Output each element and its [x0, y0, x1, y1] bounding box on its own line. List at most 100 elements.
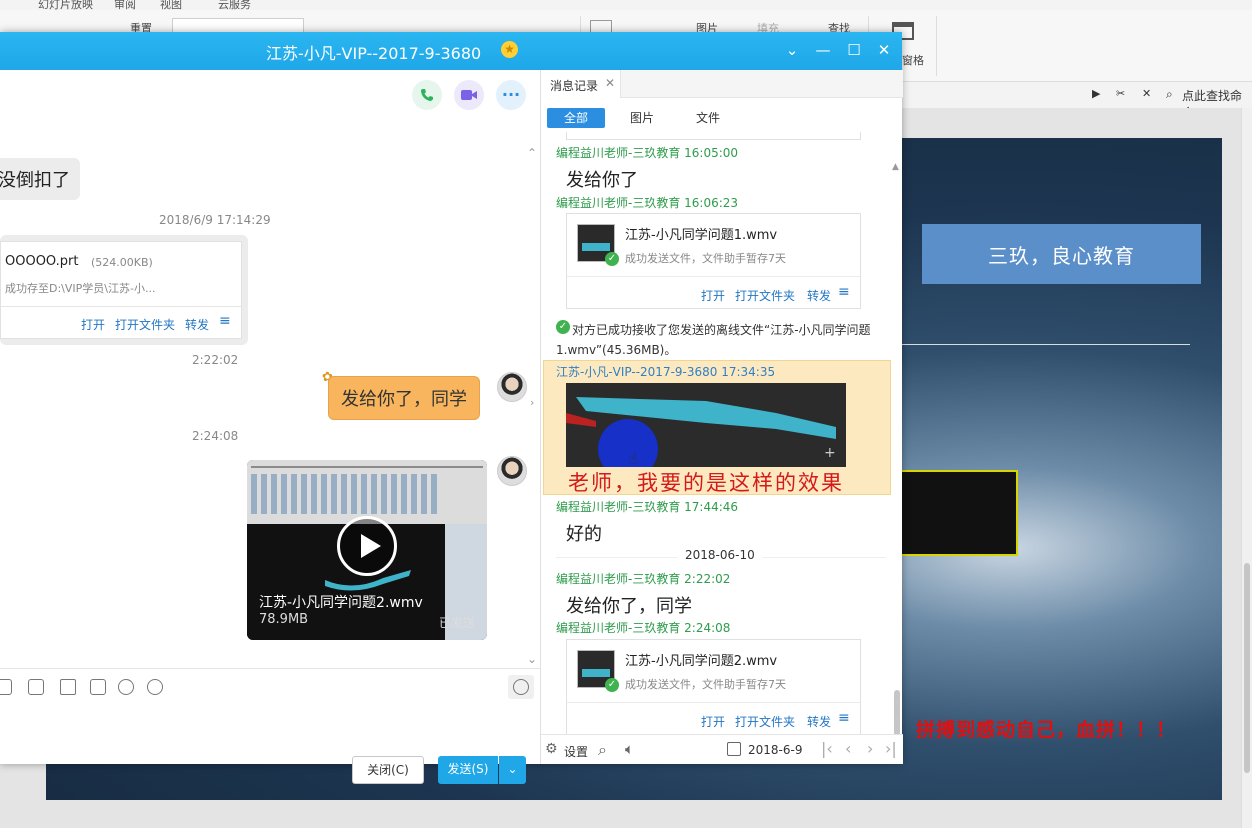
- message-timestamp: 2:22:02: [192, 353, 239, 367]
- avatar[interactable]: [497, 456, 527, 486]
- history-tab[interactable]: 消息记录 ✕: [541, 70, 621, 98]
- calendar-icon[interactable]: [727, 742, 741, 756]
- editor-scrollbar[interactable]: [1241, 108, 1252, 828]
- voice-call-button[interactable]: [412, 80, 442, 110]
- menu-icon[interactable]: ≡: [219, 313, 231, 329]
- close-icon[interactable]: ✕: [874, 40, 894, 60]
- last-page-icon[interactable]: ›|: [885, 739, 897, 758]
- file-name[interactable]: 江苏-小凡同学问题1.wmv: [625, 224, 777, 243]
- message-input[interactable]: [0, 706, 540, 742]
- forward-link[interactable]: 转发: [807, 287, 831, 304]
- history-message: 发给你了: [566, 170, 638, 191]
- success-check-icon: ✓: [605, 252, 619, 266]
- shake-icon[interactable]: [60, 679, 76, 695]
- search-icon[interactable]: ⌕: [598, 740, 607, 760]
- filter-images[interactable]: 图片: [613, 108, 671, 128]
- scroll-up-icon[interactable]: ⌃: [527, 146, 537, 160]
- more-options-button[interactable]: ···: [496, 80, 526, 110]
- more-dots-icon: ···: [501, 85, 521, 104]
- chevron-down-icon: ⌄: [507, 762, 518, 776]
- calendar-icon[interactable]: [90, 679, 106, 695]
- tool-icon[interactable]: ✂: [1116, 87, 1125, 100]
- chat-window: 江苏-小凡-VIP--2017-9-3680 ★ ⌄ — ☐ ✕ ··· ⌃ 没…: [0, 32, 903, 784]
- filter-all[interactable]: 全部: [547, 108, 605, 128]
- image-icon[interactable]: [28, 679, 44, 695]
- history-clock-button[interactable]: [508, 675, 534, 699]
- history-sender: 编程益川老师-三玖教育 17:44:46: [556, 500, 739, 514]
- system-notice: 对方已成功接收了您发送的离线文件“江苏-小凡同学问题1.wmv”(45.36MB…: [556, 323, 871, 357]
- expand-panel-icon[interactable]: ›: [530, 396, 534, 409]
- prev-page-icon[interactable]: ‹: [845, 739, 851, 758]
- file-status: 成功发送文件，文件助手暂存7天: [625, 678, 786, 691]
- scroll-up-icon[interactable]: ▲: [892, 162, 899, 172]
- file-name[interactable]: OOOOO.prt: [5, 254, 78, 269]
- image-caption: 老师，我要的是这样的效果: [568, 471, 844, 495]
- menu-slideshow[interactable]: 幻灯片放映: [38, 0, 93, 10]
- open-folder-link[interactable]: 打开文件夹: [115, 316, 175, 333]
- scroll-thumb[interactable]: [1244, 563, 1250, 773]
- play-button[interactable]: [337, 516, 397, 576]
- history-sender: 编程益川老师-三玖教育 16:06:23: [556, 196, 739, 210]
- next-page-icon[interactable]: ›: [867, 739, 873, 758]
- filter-files[interactable]: 文件: [679, 108, 737, 128]
- video-message-card[interactable]: 江苏-小凡同学问题2.wmv 78.9MB 已发送: [247, 460, 487, 640]
- settings-label[interactable]: 设置: [564, 743, 588, 760]
- history-message: 发给你了，同学: [566, 596, 692, 617]
- avatar[interactable]: [497, 372, 527, 402]
- music-icon[interactable]: [118, 679, 134, 695]
- message-timestamp: 2018/6/9 17:14:29: [159, 213, 271, 227]
- scroll-down-icon[interactable]: ⌄: [527, 652, 537, 666]
- vip-star-icon: ★: [501, 41, 518, 58]
- phone-icon: [421, 89, 433, 101]
- menu-cloud[interactable]: 云服务: [218, 0, 251, 10]
- history-scrollbar[interactable]: ▲: [892, 162, 901, 758]
- open-folder-link[interactable]: 打开文件夹: [735, 713, 795, 730]
- minimize-icon[interactable]: —: [813, 40, 833, 60]
- window-titlebar[interactable]: 江苏-小凡-VIP--2017-9-3680 ★ ⌄ — ☐ ✕: [0, 32, 902, 70]
- close-button[interactable]: 关闭(C): [352, 756, 424, 784]
- history-tab-label: 消息记录: [550, 79, 599, 93]
- window-title: 江苏-小凡-VIP--2017-9-3680: [266, 44, 482, 63]
- close-tab-icon[interactable]: ✕: [605, 76, 615, 90]
- ribbon-pane[interactable]: 窗格: [902, 52, 924, 68]
- send-button[interactable]: 发送(S): [438, 756, 498, 784]
- send-options-button[interactable]: ⌄: [499, 756, 526, 784]
- video-file-name: 江苏-小凡同学问题2.wmv: [259, 595, 423, 611]
- file-name[interactable]: 江苏-小凡同学问题2.wmv: [625, 650, 777, 669]
- search-icon[interactable]: ⌕: [1166, 87, 1173, 102]
- history-sender: 编程益川老师-三玖教育 2:24:08: [556, 621, 731, 635]
- more-icon[interactable]: [147, 679, 163, 695]
- file-size: (524.00KB): [91, 256, 153, 269]
- slide-image-placeholder[interactable]: [902, 470, 1018, 556]
- slide-slogan[interactable]: 拼搏到感动自己，血拼！！！: [916, 715, 1176, 742]
- speaker-icon[interactable]: 🔈︎: [625, 740, 634, 758]
- menu-view[interactable]: 视图: [160, 0, 182, 10]
- video-call-button[interactable]: [454, 80, 484, 110]
- shared-image[interactable]: + ☝: [566, 383, 846, 479]
- history-tab-bar: 消息记录 ✕: [541, 70, 903, 98]
- menu-icon[interactable]: ≡: [838, 284, 850, 300]
- open-file-link[interactable]: 打开: [701, 713, 725, 730]
- history-footer: ⚙ 设置 ⌕ 🔈︎ 2018-6-9 |‹ ‹ › ›|: [541, 734, 903, 764]
- slide-title[interactable]: 三玖，良心教育: [922, 224, 1201, 284]
- folder-icon[interactable]: [0, 679, 12, 695]
- zoom-plus-icon[interactable]: +: [824, 445, 836, 461]
- menu-review[interactable]: 审阅: [114, 0, 136, 10]
- open-folder-link[interactable]: 打开文件夹: [735, 287, 795, 304]
- open-file-link[interactable]: 打开: [701, 287, 725, 304]
- gear-icon[interactable]: ⚙: [545, 741, 558, 757]
- maximize-icon[interactable]: ☐: [844, 40, 864, 60]
- chat-pane: ··· ⌃ 没倒扣了 2018/6/9 17:14:29 OOOOO.prt (…: [0, 70, 540, 784]
- date-label[interactable]: 2018-6-9: [748, 743, 802, 757]
- forward-link[interactable]: 转发: [807, 713, 831, 730]
- first-page-icon[interactable]: |‹: [821, 739, 833, 758]
- open-file-link[interactable]: 打开: [81, 316, 105, 333]
- forward-link[interactable]: 转发: [185, 316, 209, 333]
- message-timestamp: 2:24:08: [192, 429, 239, 443]
- close-pane-icon[interactable]: ✕: [1142, 87, 1151, 100]
- play-icon[interactable]: ▶: [1092, 87, 1100, 100]
- menu-icon[interactable]: ≡: [838, 710, 850, 726]
- cursor-hand-icon: ☝: [628, 449, 638, 468]
- chevron-down-icon[interactable]: ⌄: [782, 40, 802, 60]
- history-file-card: ✓ 江苏-小凡同学问题1.wmv 成功发送文件，文件助手暂存7天 打开 打开文件…: [566, 213, 861, 309]
